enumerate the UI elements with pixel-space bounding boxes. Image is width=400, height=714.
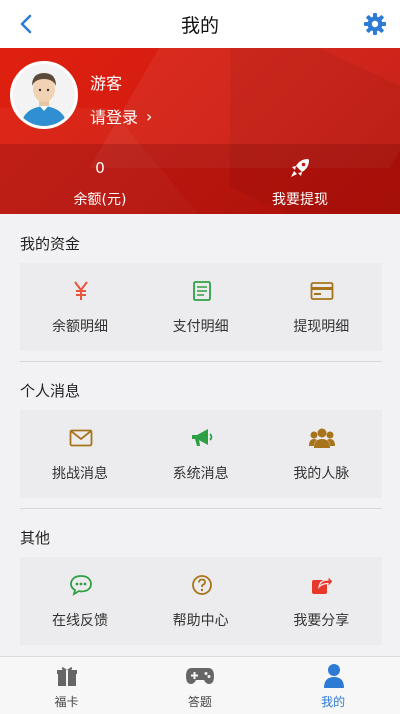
page-title: 我的 xyxy=(180,14,219,37)
rocket-icon xyxy=(288,156,312,180)
share-item[interactable]: 我要分享 xyxy=(261,557,382,645)
feedback-item[interactable]: 在线反馈 xyxy=(20,557,141,645)
balance-detail-item[interactable]: 余额明细 xyxy=(20,263,141,351)
card-icon xyxy=(309,279,335,303)
gift-icon xyxy=(52,663,82,689)
item-label: 在线反馈 xyxy=(52,613,108,629)
tab-label: 福卡 xyxy=(54,695,79,709)
bill-icon xyxy=(189,279,215,303)
section-title-messages: 个人消息 xyxy=(20,382,81,400)
item-label: 我的人脉 xyxy=(293,466,350,482)
login-label: 请登录 xyxy=(90,108,139,127)
stats-bar: 0 余额(元) 我要提现 xyxy=(0,144,400,214)
my-contacts-item[interactable]: 我的人脉 xyxy=(261,410,382,498)
withdraw-button[interactable]: 我要提现 xyxy=(200,144,400,214)
envelope-icon xyxy=(68,426,94,450)
messages-card: 挑战消息 系统消息 我的人脉 xyxy=(20,410,382,498)
login-link[interactable]: 请登录 › xyxy=(90,104,152,128)
item-label: 支付明细 xyxy=(172,319,229,335)
balance-value: 0 xyxy=(95,159,105,177)
system-messages-item[interactable]: 系统消息 xyxy=(141,410,262,498)
other-card: 在线反馈 帮助中心 我要分享 xyxy=(20,557,382,645)
tab-label: 我的 xyxy=(321,695,346,709)
section-title-other: 其他 xyxy=(20,529,51,547)
user-icon xyxy=(319,663,349,689)
balance-label: 余额(元) xyxy=(73,192,127,208)
challenge-messages-item[interactable]: 挑战消息 xyxy=(20,410,141,498)
withdraw-label: 我要提现 xyxy=(272,192,328,208)
section-title-funds: 我的资金 xyxy=(20,235,81,253)
share-icon xyxy=(309,573,335,597)
group-icon xyxy=(309,426,336,450)
item-label: 挑战消息 xyxy=(52,466,108,482)
chevron-right-icon: › xyxy=(146,106,153,126)
item-label: 我要分享 xyxy=(293,613,350,629)
help-icon xyxy=(189,573,215,597)
balance-stat[interactable]: 0 余额(元) xyxy=(0,144,200,214)
payment-detail-item[interactable]: 支付明细 xyxy=(141,263,262,351)
bottom-tab-bar: 福卡 答题 我的 xyxy=(0,656,400,714)
item-label: 帮助中心 xyxy=(172,613,229,629)
tab-mine[interactable]: 我的 xyxy=(267,657,400,714)
help-center-item[interactable]: 帮助中心 xyxy=(141,557,262,645)
divider xyxy=(20,508,382,509)
gamepad-icon xyxy=(185,663,215,689)
avatar[interactable] xyxy=(10,61,78,129)
profile-header: 游客 请登录 › 0 余额(元) 我要提现 xyxy=(0,48,400,214)
gear-icon[interactable] xyxy=(360,9,390,39)
tab-quiz[interactable]: 答题 xyxy=(133,657,266,714)
user-name: 游客 xyxy=(90,74,123,93)
top-bar: 我的 xyxy=(0,0,400,48)
chevron-left-icon[interactable] xyxy=(12,10,40,38)
megaphone-icon xyxy=(189,426,215,450)
yen-icon xyxy=(68,279,94,303)
funds-card: 余额明细 支付明细 提现明细 xyxy=(20,263,382,351)
item-label: 余额明细 xyxy=(52,319,108,335)
chat-icon xyxy=(68,573,94,597)
divider xyxy=(20,361,382,362)
item-label: 提现明细 xyxy=(293,319,350,335)
item-label: 系统消息 xyxy=(172,466,229,482)
tab-fuka[interactable]: 福卡 xyxy=(0,657,133,714)
tab-label: 答题 xyxy=(187,695,212,709)
withdraw-detail-item[interactable]: 提现明细 xyxy=(261,263,382,351)
